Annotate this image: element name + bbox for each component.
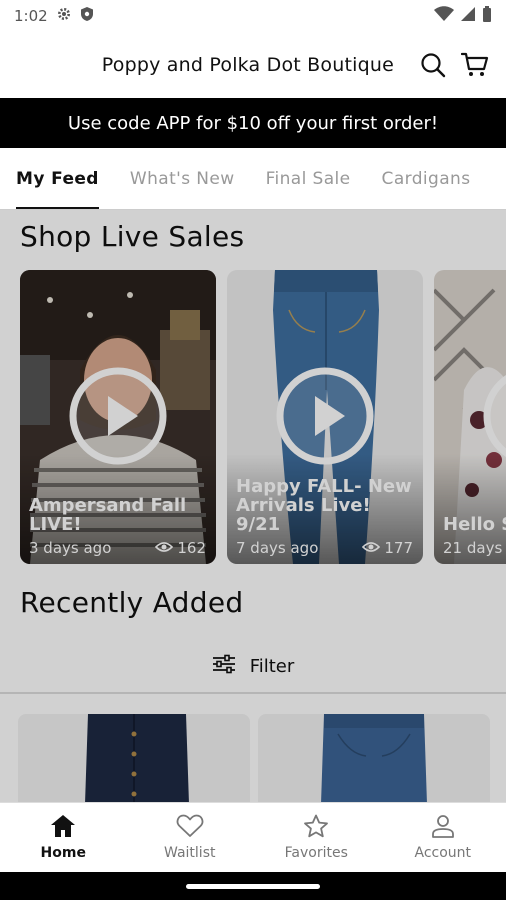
product-image	[321, 714, 427, 802]
sliders-icon	[212, 654, 236, 679]
store-title: Poppy and Polka Dot Boutique	[101, 54, 394, 76]
live-sale-views: 177	[384, 539, 413, 557]
home-gesture-handle[interactable]	[186, 883, 320, 889]
live-sale-views: 162	[177, 539, 206, 557]
eye-icon	[155, 539, 174, 557]
filter-label: Filter	[249, 655, 295, 677]
live-sale-title: Ampersand Fall LIVE!	[29, 495, 187, 535]
bottom-nav: Home Waitlist Favorites Account	[0, 802, 506, 872]
heart-icon	[176, 814, 204, 842]
filter-button[interactable]: Filter	[0, 638, 506, 694]
tab-my-feed[interactable]: My Feed	[16, 148, 99, 209]
status-time: 1:02	[14, 7, 48, 25]
cart-icon[interactable]	[458, 48, 492, 82]
live-sale-card[interactable]: Ampersand Fall LIVE! 3 days ago 162	[20, 270, 216, 564]
nav-home[interactable]: Home	[0, 803, 127, 872]
status-bar: 1:02	[0, 0, 506, 32]
home-icon	[50, 814, 76, 842]
nav-favorites[interactable]: Favorites	[253, 803, 380, 872]
person-icon	[430, 814, 456, 842]
signal-icon	[460, 6, 476, 26]
live-sale-time: 21 days	[443, 539, 503, 557]
live-sale-card[interactable]: Happy FALL- New Arrivals Live! 9/21 7 da…	[227, 270, 423, 564]
divider	[0, 692, 506, 694]
live-sale-time: 3 days ago	[29, 539, 112, 557]
gesture-navigation-bar	[0, 872, 506, 900]
play-icon[interactable]	[68, 366, 168, 466]
recently-added-heading: Recently Added	[20, 586, 244, 619]
feed-content: Shop Live Sales Ampersand Fall LIVE! 3 d…	[0, 210, 506, 802]
live-sale-title: Happy FALL- New Arrivals Live! 9/21	[236, 476, 412, 535]
nav-account[interactable]: Account	[380, 803, 506, 872]
nav-favorites-label: Favorites	[284, 845, 348, 861]
play-icon[interactable]	[482, 366, 506, 466]
search-icon[interactable]	[416, 48, 450, 82]
live-sale-card[interactable]: Hello S 21 days	[434, 270, 506, 564]
settings-status-icon	[56, 6, 72, 26]
nav-account-label: Account	[414, 845, 472, 861]
shield-status-icon	[80, 6, 94, 26]
nav-waitlist-label: Waitlist	[164, 845, 216, 861]
tab-whats-new[interactable]: What's New	[130, 148, 235, 209]
play-icon[interactable]	[275, 366, 375, 466]
nav-home-label: Home	[40, 845, 86, 861]
live-sales-heading: Shop Live Sales	[20, 220, 245, 253]
product-card[interactable]	[18, 714, 250, 802]
product-image	[85, 714, 189, 802]
live-sale-time: 7 days ago	[236, 539, 319, 557]
star-icon	[303, 814, 329, 842]
product-card[interactable]	[258, 714, 490, 802]
battery-icon	[482, 6, 492, 26]
promo-banner[interactable]: Use code APP for $10 off your first orde…	[0, 98, 506, 148]
tab-cardigans[interactable]: Cardigans	[382, 148, 471, 209]
app-header: Poppy and Polka Dot Boutique	[0, 32, 506, 98]
category-tabs: My Feed What's New Final Sale Cardigans	[0, 148, 506, 210]
wifi-icon	[434, 6, 454, 26]
tab-final-sale[interactable]: Final Sale	[266, 148, 351, 209]
nav-waitlist[interactable]: Waitlist	[127, 803, 254, 872]
promo-text: Use code APP for $10 off your first orde…	[67, 112, 439, 134]
eye-icon	[362, 539, 381, 557]
live-sale-title: Hello S	[443, 514, 506, 535]
